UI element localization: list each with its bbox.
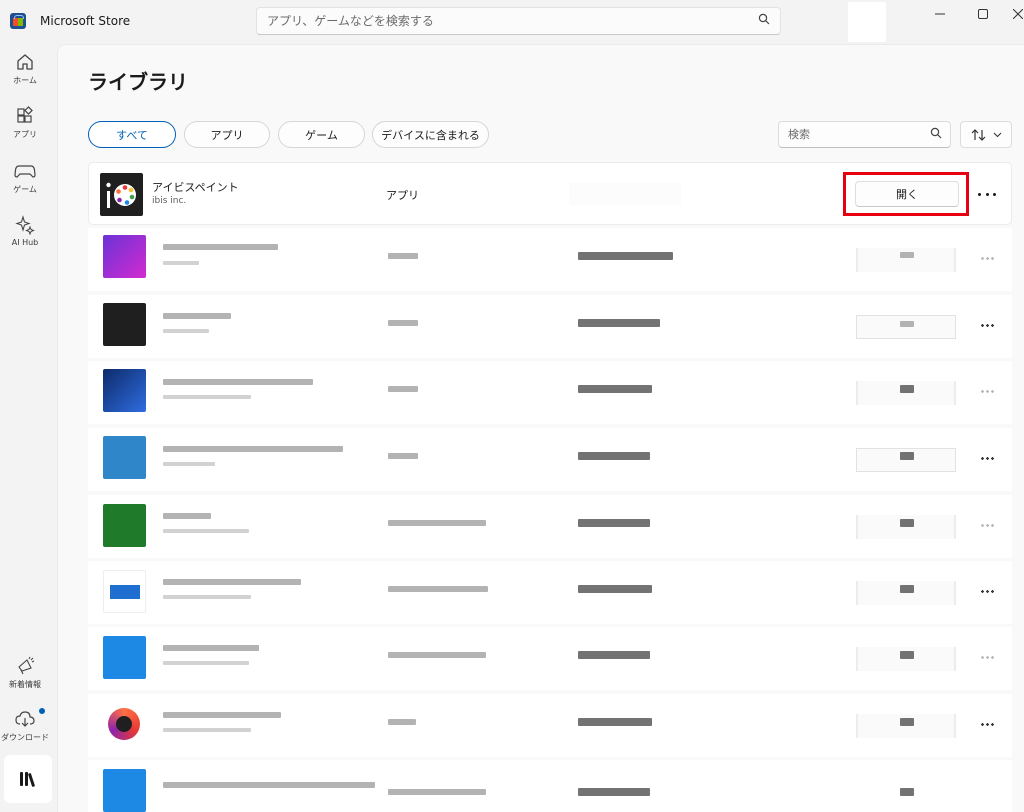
app-type: アプリ [386, 189, 419, 202]
library-row[interactable] [88, 228, 1012, 291]
filter-on-device-chip[interactable]: デバイスに含まれる [372, 121, 489, 148]
close-button[interactable] [998, 4, 1024, 24]
search-icon[interactable] [758, 13, 770, 25]
library-row[interactable] [88, 627, 1012, 690]
library-row[interactable] [88, 760, 1012, 812]
app-thumbnail-icon [103, 369, 146, 412]
minimize-button[interactable] [920, 4, 960, 24]
gamepad-icon [14, 165, 36, 178]
account-avatar[interactable] [848, 2, 886, 42]
nav-ai-hub-label: AI Hub [11, 238, 39, 247]
app-thumbnail-icon [103, 436, 146, 479]
sort-button[interactable] [960, 121, 1012, 148]
app-thumbnail-icon [103, 703, 146, 746]
store-logo-icon [10, 13, 26, 29]
library-row[interactable] [88, 295, 1012, 358]
filter-all-chip[interactable]: すべて [88, 121, 176, 148]
library-row[interactable] [88, 561, 1012, 624]
app-thumbnail-icon [103, 570, 146, 613]
nav-library[interactable] [4, 755, 52, 803]
ibis-paint-icon [100, 173, 143, 216]
nav-home[interactable]: ホーム [0, 52, 50, 102]
library-row[interactable] [88, 495, 1012, 558]
nav-downloads-label: ダウンロード [1, 733, 49, 742]
library-row[interactable] [88, 361, 1012, 424]
global-search-input[interactable] [256, 7, 781, 35]
home-icon [17, 54, 33, 70]
library-row[interactable] [88, 694, 1012, 757]
nav-whats-new-label: 新着情報 [9, 680, 41, 689]
sparkle-icon [15, 215, 35, 235]
filter-games-chip[interactable]: ゲーム [278, 121, 365, 148]
app-thumbnail-icon [103, 303, 146, 346]
app-thumbnail-icon [103, 636, 146, 679]
maximize-icon [978, 9, 988, 19]
library-search-input[interactable] [778, 121, 951, 148]
nav-home-label: ホーム [13, 76, 37, 85]
app-thumbnail-icon [103, 235, 146, 278]
app-status [569, 183, 681, 205]
app-thumbnail-icon [103, 504, 146, 547]
app-title: Microsoft Store [40, 14, 131, 28]
minimize-icon [935, 13, 945, 15]
nav-ai-hub[interactable]: AI Hub [0, 215, 50, 265]
filter-apps-chip[interactable]: アプリ [184, 121, 270, 148]
nav-apps[interactable]: アプリ [0, 106, 50, 156]
nav-downloads[interactable]: ダウンロード [0, 709, 50, 759]
megaphone-icon [18, 656, 35, 675]
nav-apps-label: アプリ [13, 130, 37, 139]
download-badge [39, 708, 45, 714]
nav-games[interactable]: ゲーム [0, 161, 50, 211]
chevron-down-icon [993, 132, 1001, 137]
app-publisher: ibis inc. [152, 196, 187, 206]
nav-whats-new[interactable]: 新着情報 [0, 656, 50, 706]
close-icon [1013, 9, 1023, 19]
search-icon[interactable] [930, 127, 942, 139]
app-name: アイビスペイント [152, 181, 239, 194]
maximize-button[interactable] [963, 4, 1003, 24]
sort-arrows-icon [971, 128, 985, 141]
app-thumbnail-icon [103, 769, 146, 812]
title-bar: Microsoft Store [0, 0, 1024, 44]
more-options-button[interactable] [978, 187, 996, 201]
library-icon [20, 772, 35, 787]
page-title: ライブラリ [88, 70, 188, 94]
apps-icon [17, 106, 33, 123]
library-row[interactable] [88, 428, 1012, 491]
nav-games-label: ゲーム [13, 185, 37, 194]
highlight-annotation [843, 172, 969, 216]
cloud-download-icon [15, 711, 35, 727]
